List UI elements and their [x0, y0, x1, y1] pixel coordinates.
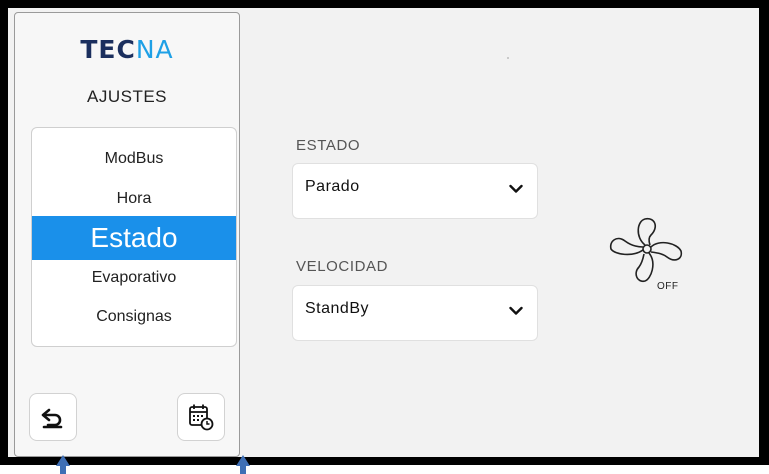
pointer-arrow-icon: [56, 455, 70, 474]
velocidad-select[interactable]: StandBy: [292, 285, 538, 341]
estado-label: ESTADO: [296, 137, 361, 154]
fan-status: OFF: [657, 281, 679, 292]
chevron-down-icon: [509, 184, 523, 193]
schedule-button[interactable]: [177, 393, 225, 441]
menu-item-evaporativo[interactable]: Evaporativo: [32, 269, 236, 287]
menu-item-consignas[interactable]: Consignas: [32, 308, 236, 326]
menu-item-estado[interactable]: Estado: [32, 216, 236, 260]
chevron-down-icon: [509, 306, 523, 315]
menu-item-modbus[interactable]: ModBus: [32, 150, 236, 168]
velocidad-label: VELOCIDAD: [296, 258, 389, 275]
settings-menu: ModBus Hora Estado Evaporativo Consignas: [31, 127, 237, 347]
calendar-clock-icon: [189, 404, 214, 431]
fan-icon[interactable]: [605, 215, 689, 291]
estado-value: Parado: [305, 178, 360, 195]
back-button[interactable]: [29, 393, 77, 441]
settings-sidebar: TECNA AJUSTES ModBus Hora Estado Evapora…: [14, 12, 240, 457]
logo-part-2: NA: [135, 35, 174, 64]
estado-select[interactable]: Parado: [292, 163, 538, 219]
menu-item-hora[interactable]: Hora: [32, 190, 236, 208]
velocidad-value: StandBy: [305, 300, 369, 317]
pointer-arrow-icon: [236, 455, 250, 474]
tecna-logo: TECNA: [15, 35, 239, 64]
section-title: AJUSTES: [86, 87, 168, 106]
back-arrow-icon: [41, 408, 63, 429]
screen-speck: [507, 57, 509, 59]
logo-part-1: TEC: [80, 35, 136, 64]
